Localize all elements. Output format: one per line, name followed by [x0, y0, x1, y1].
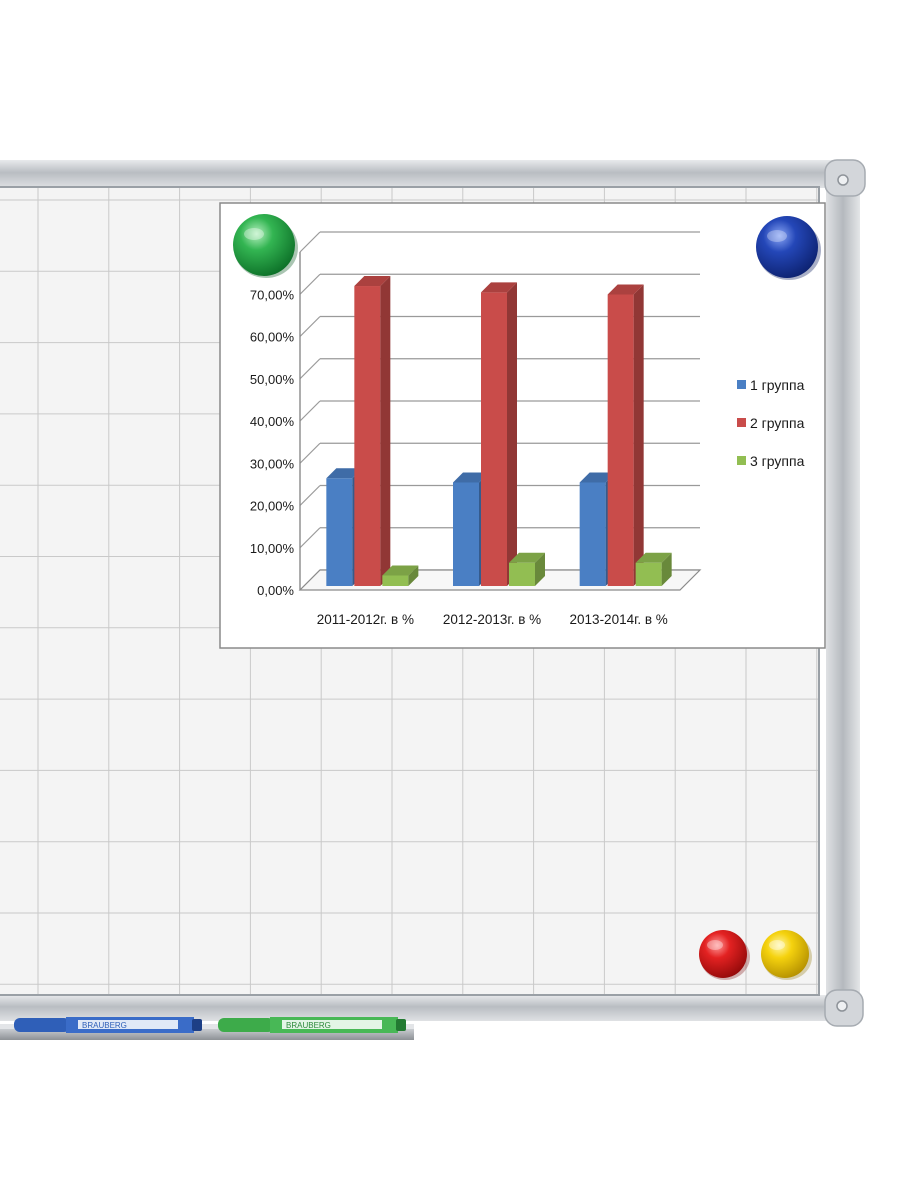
frame-corner-top [824, 159, 866, 197]
chart-bar [509, 552, 545, 586]
chart-bar [481, 282, 517, 586]
chart-legend-swatch [737, 380, 746, 389]
frame-corner-bottom [824, 989, 864, 1027]
chart-legend-label: 3 группа [750, 453, 805, 469]
marker-green[interactable]: BRAUBERG [218, 1017, 406, 1033]
chart-y-tick-label: 70,00% [250, 287, 295, 302]
chart-bar [607, 284, 644, 586]
chart-y-tick-label: 30,00% [250, 456, 295, 471]
chart-y-tick-label: 50,00% [250, 372, 295, 387]
chart-y-tick-label: 40,00% [250, 414, 295, 429]
chart-y-tick-label: 60,00% [250, 330, 295, 345]
marker-blue[interactable]: BRAUBERG [14, 1017, 202, 1033]
marker-green-brand: BRAUBERG [286, 1021, 331, 1030]
chart-x-tick-label: 2011-2012г. в % [317, 612, 414, 627]
whiteboard-scene: BRAUBERG BRAUBERG 0,00% 10,00% 20,00% 30,00… [0, 159, 866, 1040]
chart-y-tick-label: 20,00% [250, 499, 295, 514]
chart-legend-label: 1 группа [750, 377, 805, 393]
chart-bar [354, 276, 391, 586]
chart-x-tick-label: 2012-2013г. в % [443, 612, 541, 627]
chart-x-tick-label: 2013-2014г. в % [570, 612, 668, 627]
marker-blue-brand: BRAUBERG [82, 1021, 127, 1030]
chart-y-tick-label: 10,00% [250, 541, 295, 556]
chart-legend-label: 2 группа [750, 415, 805, 431]
chart-y-tick-label: 0,00% [257, 583, 294, 598]
chart-legend-swatch [737, 418, 746, 427]
chart-bar [635, 552, 672, 586]
chart-legend-swatch [737, 456, 746, 465]
